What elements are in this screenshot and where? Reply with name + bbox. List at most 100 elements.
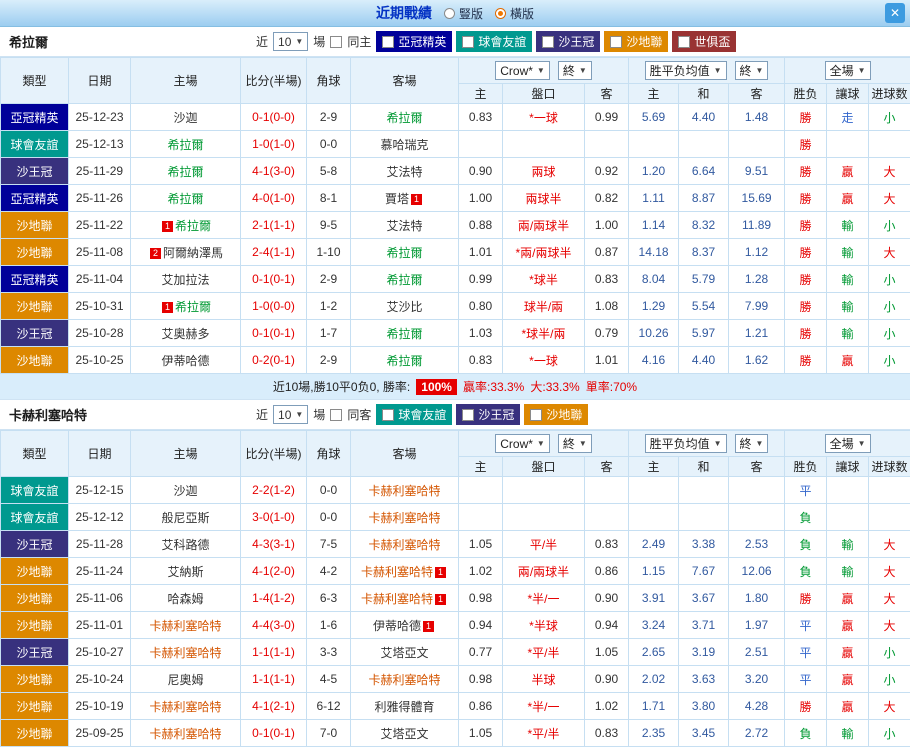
result-handicap: 輸 [827, 558, 869, 585]
competition-filter-chip[interactable]: 沙王冠 [456, 404, 520, 425]
team-name: 艾奧赫多 [161, 327, 209, 341]
result-outcome: 勝 [785, 266, 827, 293]
competition-filter-chip[interactable]: 球會友誼 [376, 404, 452, 425]
competition-filter-chip[interactable]: 沙王冠 [536, 31, 600, 52]
avg-initial-final-value: 終 [740, 435, 752, 452]
col-header-away: 客場 [351, 58, 459, 104]
chip-checkbox[interactable] [382, 409, 394, 421]
same-venue-checkbox[interactable] [330, 409, 342, 421]
avg-draw-odds [679, 131, 729, 158]
initial-final-select[interactable]: 終▼ [558, 61, 592, 80]
handicap-home-odds: 1.00 [459, 185, 503, 212]
chevron-down-icon: ▼ [756, 66, 764, 75]
avg-away-odds: 1.97 [729, 612, 785, 639]
team-name: 賈塔 [385, 192, 409, 206]
competition-type: 亞冠精英 [1, 266, 69, 293]
competition-filter-chip[interactable]: 沙地聯 [604, 31, 668, 52]
handicap-home-odds: 0.80 [459, 293, 503, 320]
avg-away-odds: 2.72 [729, 720, 785, 747]
team-cell: 哈森姆 [131, 585, 241, 612]
fulltime-select[interactable]: 全場▼ [825, 434, 871, 453]
avg-odds-select[interactable]: 胜平负均值▼ [645, 434, 727, 453]
team-name: 慕哈瑞克 [380, 138, 428, 152]
match-date: 25-12-23 [69, 104, 131, 131]
bookmaker-select[interactable]: Crow*▼ [495, 434, 550, 453]
team-name: 卡赫利塞哈特 [368, 673, 440, 687]
team-name: 希拉爾 [386, 273, 422, 287]
team-cell: 般尼亞斯 [131, 504, 241, 531]
avg-draw-odds: 8.87 [679, 185, 729, 212]
chip-label: 沙王冠 [558, 33, 594, 50]
score: 0-1(0-0) [241, 104, 307, 131]
col-header-date: 日期 [69, 431, 131, 477]
team-cell: 希拉爾 [351, 239, 459, 266]
handicap-away-odds: 0.83 [585, 266, 629, 293]
result-goals: 小 [869, 639, 910, 666]
corner-count: 1-2 [307, 293, 351, 320]
competition-type: 沙地聯 [1, 720, 69, 747]
score: 2-4(1-1) [241, 239, 307, 266]
team-cell: 艾法特 [351, 212, 459, 239]
avg-draw-odds [679, 504, 729, 531]
match-date: 25-11-01 [69, 612, 131, 639]
team-cell: 卡赫利塞哈特 [351, 477, 459, 504]
corner-count: 7-5 [307, 531, 351, 558]
recent-count-select[interactable]: 10 ▼ [273, 405, 308, 424]
col-header-home: 主場 [131, 431, 241, 477]
fulltime-select[interactable]: 全場▼ [825, 61, 871, 80]
match-date: 25-11-04 [69, 266, 131, 293]
avg-initial-final-select[interactable]: 終▼ [735, 434, 769, 453]
team-name: 希拉爾 [386, 354, 422, 368]
chip-checkbox[interactable] [678, 36, 690, 48]
filter-bar: 近 10 ▼ 場 同客 球會友誼沙王冠沙地聯 [256, 404, 588, 425]
rank-badge: 1 [435, 567, 446, 578]
competition-filter-chip[interactable]: 球會友誼 [456, 31, 532, 52]
handicap-home-odds: 0.88 [459, 212, 503, 239]
avg-home-odds: 2.65 [629, 639, 679, 666]
avg-odds-value: 胜平负均值 [650, 435, 710, 452]
summary-part: 贏率:33.3% [463, 378, 524, 395]
competition-filter-chip[interactable]: 亞冠精英 [376, 31, 452, 52]
handicap-home-odds: 0.98 [459, 666, 503, 693]
chip-checkbox[interactable] [462, 409, 474, 421]
result-handicap: 贏 [827, 612, 869, 639]
team-name-title: 卡赫利塞哈特 [9, 405, 87, 424]
avg-away-odds: 1.12 [729, 239, 785, 266]
recent-count-select[interactable]: 10 ▼ [273, 32, 308, 51]
handicap-away-odds: 0.99 [585, 104, 629, 131]
match-date: 25-11-24 [69, 558, 131, 585]
team-name: 艾法特 [386, 165, 422, 179]
close-icon[interactable]: ✕ [885, 3, 905, 23]
bookmaker-value: Crow* [500, 437, 533, 451]
avg-home-odds: 3.24 [629, 612, 679, 639]
avg-away-odds [729, 131, 785, 158]
radio-off-icon[interactable] [444, 8, 455, 19]
chip-checkbox[interactable] [382, 36, 394, 48]
handicap-away-odds: 0.90 [585, 666, 629, 693]
chip-checkbox[interactable] [530, 409, 542, 421]
avg-draw-odds: 4.40 [679, 104, 729, 131]
avg-odds-select[interactable]: 胜平负均值▼ [645, 61, 727, 80]
competition-filter-chip[interactable]: 世俱盃 [672, 31, 736, 52]
avg-initial-final-select[interactable]: 終▼ [735, 61, 769, 80]
chip-checkbox[interactable] [610, 36, 622, 48]
chip-checkbox[interactable] [542, 36, 554, 48]
bookmaker-select[interactable]: Crow*▼ [495, 61, 550, 80]
initial-final-select[interactable]: 終▼ [558, 434, 592, 453]
handicap-line [503, 504, 585, 531]
radio-on-icon[interactable] [495, 8, 506, 19]
layout-radio-vertical[interactable]: 豎版 [444, 5, 483, 22]
team-name: 希拉爾 [175, 219, 211, 233]
team-name: 卡赫利塞哈特 [368, 538, 440, 552]
chip-checkbox[interactable] [462, 36, 474, 48]
team-name: 伊蒂哈德 [373, 619, 421, 633]
subcol-avg-away: 客 [729, 84, 785, 104]
competition-filter-chip[interactable]: 沙地聯 [524, 404, 588, 425]
result-outcome: 勝 [785, 212, 827, 239]
competition-type: 球會友誼 [1, 477, 69, 504]
layout-radio-horizontal[interactable]: 橫版 [495, 5, 534, 22]
team-name: 希拉爾 [175, 300, 211, 314]
same-venue-checkbox[interactable] [330, 36, 342, 48]
score: 0-2(0-1) [241, 347, 307, 374]
result-outcome: 負 [785, 504, 827, 531]
